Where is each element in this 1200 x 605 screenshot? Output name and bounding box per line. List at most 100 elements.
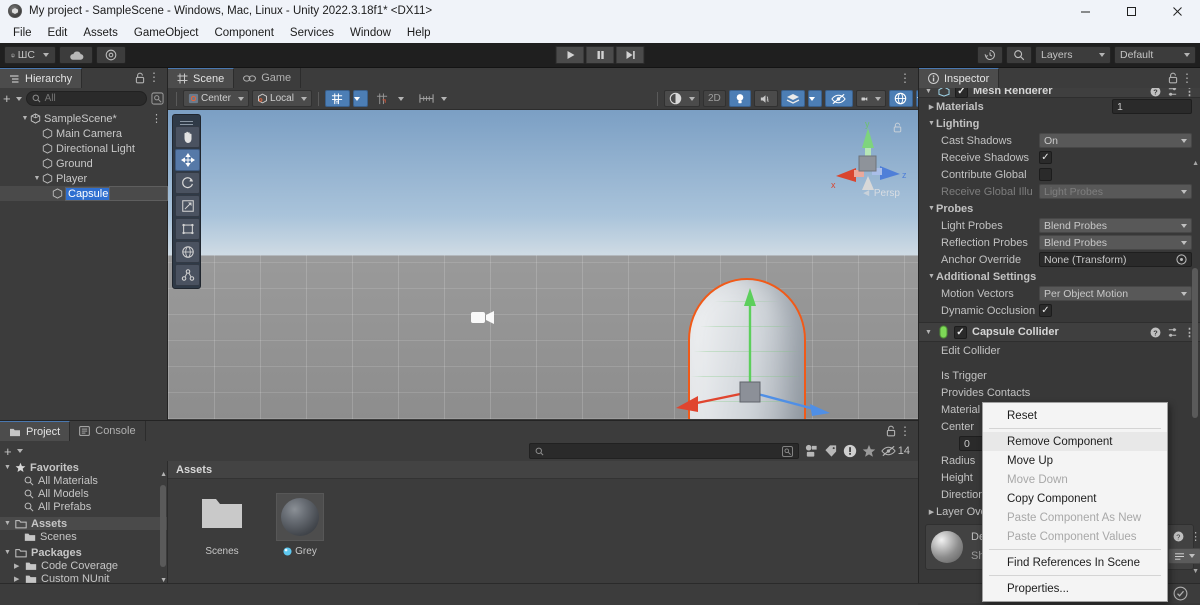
project-tree-item-packages[interactable]: ▼ Packages xyxy=(0,546,167,559)
camera-gizmo-icon[interactable] xyxy=(470,308,496,330)
shading-mode-button[interactable] xyxy=(664,90,700,107)
settings-button[interactable] xyxy=(96,46,126,64)
custom-tool-button[interactable] xyxy=(175,264,200,286)
grid-visibility-toggle[interactable] xyxy=(414,90,452,107)
hierarchy-add-button[interactable]: + xyxy=(3,91,22,106)
context-menu-item-find-references-in-scene[interactable]: Find References In Scene xyxy=(983,553,1167,572)
grid-snap-toggle[interactable]: Y xyxy=(325,90,350,107)
disclosure-triangle-icon[interactable]: ▼ xyxy=(20,115,30,122)
perspective-label[interactable]: ◄ Persp xyxy=(861,188,900,199)
materials-row[interactable]: ▶ Materials 1 xyxy=(919,98,1200,115)
hierarchy-item-player[interactable]: ▼ Player xyxy=(0,171,167,186)
project-tree-item-all-prefabs[interactable]: All Prefabs xyxy=(0,500,167,513)
handle-space-button[interactable]: Local xyxy=(252,90,312,107)
hierarchy-item-main-camera[interactable]: Main Camera xyxy=(0,126,167,141)
layout-dropdown[interactable]: Default xyxy=(1114,46,1196,64)
rotate-tool-button[interactable] xyxy=(175,172,200,194)
warning-filter-icon[interactable] xyxy=(843,444,857,458)
receive-gi-dropdown[interactable]: Light Probes xyxy=(1039,184,1192,199)
hierarchy-item-ground[interactable]: Ground xyxy=(0,156,167,171)
pivot-mode-button[interactable]: Center xyxy=(183,90,249,107)
disclosure-triangle-icon[interactable]: ▶ xyxy=(927,103,936,111)
disclosure-triangle-icon[interactable]: ▼ xyxy=(32,175,42,182)
object-picker-icon[interactable] xyxy=(1176,254,1187,265)
inspector-lock-icon[interactable] xyxy=(1168,72,1178,87)
help-icon[interactable]: ? xyxy=(1150,88,1161,97)
disclosure-triangle-icon[interactable]: ▼ xyxy=(927,120,936,127)
hierarchy-menu-icon[interactable]: ⋮ xyxy=(148,71,160,83)
hidden-objects-toggle[interactable] xyxy=(825,90,853,107)
disclosure-triangle-icon[interactable]: ▶ xyxy=(14,575,25,583)
disclosure-triangle-icon[interactable]: ▼ xyxy=(4,520,15,527)
help-icon[interactable]: ? xyxy=(1173,531,1184,542)
pause-button[interactable] xyxy=(586,46,615,64)
disclosure-triangle-icon[interactable]: ▶ xyxy=(14,562,25,570)
menu-gameobject[interactable]: GameObject xyxy=(126,25,207,41)
menu-assets[interactable]: Assets xyxy=(75,25,126,41)
step-button[interactable] xyxy=(616,46,645,64)
mesh-renderer-header[interactable]: ▼ ✓ Mesh Renderer ? ⋮ xyxy=(919,88,1200,98)
project-tree-scrollbar[interactable] xyxy=(160,485,166,567)
project-tree-item-favorites[interactable]: ▼ Favorites xyxy=(0,461,167,474)
context-menu-item-move-up[interactable]: Move Up xyxy=(983,451,1167,470)
disclosure-triangle-icon[interactable]: ▼ xyxy=(927,205,936,212)
hierarchy-rename-input[interactable]: Capsule xyxy=(66,188,110,200)
light-probes-dropdown[interactable]: Blend Probes xyxy=(1039,218,1192,233)
tab-inspector[interactable]: Inspector xyxy=(919,68,999,88)
project-tree-item-scenes[interactable]: Scenes xyxy=(0,530,167,543)
preset-icon[interactable] xyxy=(1167,88,1178,97)
additional-settings-section[interactable]: ▼ Additional Settings xyxy=(919,268,1200,285)
context-menu-item-reset[interactable]: Reset xyxy=(983,406,1167,425)
capsule-collider-enabled-checkbox[interactable]: ✓ xyxy=(954,326,967,339)
close-button[interactable] xyxy=(1154,0,1200,22)
inspector-scrollbar[interactable] xyxy=(1192,268,1198,418)
tab-project[interactable]: Project xyxy=(0,421,70,441)
materials-count-field[interactable]: 1 xyxy=(1112,99,1192,114)
move-tool-button[interactable] xyxy=(175,149,200,171)
project-search-input[interactable] xyxy=(529,443,799,459)
project-tree-item-all-materials[interactable]: All Materials xyxy=(0,474,167,487)
lighting-toggle[interactable] xyxy=(729,90,751,107)
project-tree-item-assets[interactable]: ▼ Assets xyxy=(0,517,167,530)
scene-menu-icon[interactable]: ⋮ xyxy=(899,71,911,85)
hand-tool-button[interactable] xyxy=(175,126,200,148)
receive-shadows-checkbox[interactable]: ✓ xyxy=(1039,151,1052,164)
help-icon[interactable]: ? xyxy=(1150,327,1161,338)
tab-console[interactable]: Console xyxy=(70,421,145,441)
effects-toggle[interactable] xyxy=(781,90,805,107)
cast-shadows-dropdown[interactable]: On xyxy=(1039,133,1192,148)
history-button[interactable] xyxy=(977,46,1003,64)
menu-file[interactable]: File xyxy=(5,25,40,41)
tab-scene[interactable]: Scene xyxy=(168,68,234,88)
view-2d-toggle[interactable]: 2D xyxy=(703,90,726,107)
project-tree-item-code-coverage[interactable]: ▶ Code Coverage xyxy=(0,559,167,572)
context-menu-item-properties[interactable]: Properties... xyxy=(983,579,1167,598)
disclosure-triangle-icon[interactable]: ▶ xyxy=(927,508,936,516)
snap-increment-dropdown[interactable] xyxy=(397,90,411,107)
disclosure-triangle-icon[interactable]: ▼ xyxy=(4,549,15,556)
menu-component[interactable]: Component xyxy=(206,25,281,41)
hierarchy-search-input[interactable]: All xyxy=(26,91,147,106)
asset-item-scenes[interactable]: Scenes xyxy=(192,493,252,559)
gizmos-toggle[interactable] xyxy=(889,90,913,107)
hierarchy-lock-icon[interactable] xyxy=(135,72,145,87)
grid-snap-dropdown[interactable] xyxy=(353,90,368,107)
search-button[interactable] xyxy=(1006,46,1032,64)
hierarchy-filter-icon[interactable] xyxy=(151,92,164,105)
layers-dropdown[interactable]: Layers xyxy=(1035,46,1111,64)
play-button[interactable] xyxy=(556,46,585,64)
account-button[interactable]: ШС xyxy=(4,46,56,64)
project-lock-icon[interactable] xyxy=(886,425,896,440)
reflection-probes-dropdown[interactable]: Blend Probes xyxy=(1039,235,1192,250)
favorite-star-icon[interactable] xyxy=(862,444,876,458)
audio-toggle[interactable]: x xyxy=(754,90,778,107)
kebab-menu-icon[interactable]: ⋮ xyxy=(1184,88,1195,98)
snap-increment-toggle[interactable] xyxy=(371,90,394,107)
contribute-global-checkbox[interactable] xyxy=(1039,168,1052,181)
asset-item-grey[interactable]: Grey xyxy=(270,493,330,559)
asset-type-filter-icon[interactable] xyxy=(804,444,819,458)
project-add-button[interactable]: + xyxy=(4,444,23,459)
label-filter-icon[interactable] xyxy=(824,444,838,458)
mesh-renderer-enabled-checkbox[interactable]: ✓ xyxy=(955,88,968,98)
kebab-menu-icon[interactable]: ⋮ xyxy=(1190,530,1200,543)
